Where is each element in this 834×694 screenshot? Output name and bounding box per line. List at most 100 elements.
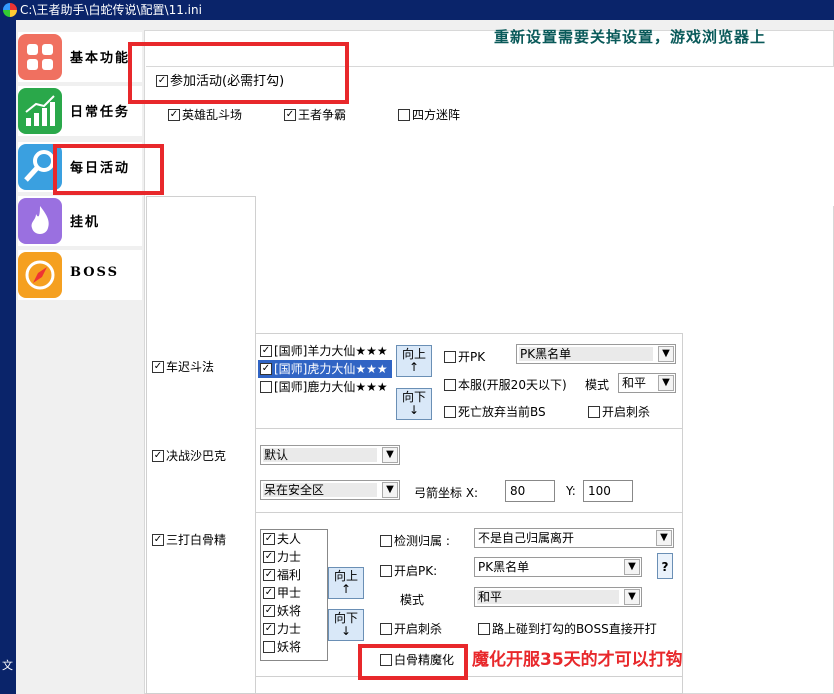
- separator: [256, 428, 682, 429]
- baigu-demon-checkbox[interactable]: 白骨精魔化: [380, 651, 454, 668]
- down-label: 向下: [333, 611, 358, 625]
- chevron-down-icon: ▼: [382, 482, 398, 498]
- list-item[interactable]: 力士: [261, 620, 327, 638]
- baigu-boss-list[interactable]: 夫人 力士 福利 甲士 妖将 力士 妖将: [260, 529, 328, 661]
- chechi-mode-select[interactable]: 和平 ▼: [618, 373, 676, 393]
- activity-checkbox-hero[interactable]: 英雄乱斗场: [168, 106, 242, 123]
- list-item[interactable]: [国师]羊力大仙★★★: [258, 342, 392, 360]
- sidebar-item-basic[interactable]: 基本功能: [18, 32, 142, 82]
- chechi-assassin-checkbox[interactable]: 开启刺杀: [588, 403, 650, 420]
- left-strip: 文: [0, 20, 16, 694]
- combo-value: 呆在安全区: [264, 483, 325, 497]
- activity-checkbox-maze[interactable]: 四方迷阵: [398, 106, 460, 123]
- checkbox-icon: [263, 568, 275, 581]
- chechi-boss-list[interactable]: [国师]羊力大仙★★★ [国师]虎力大仙★★★ [国师]鹿力大仙★★★: [258, 342, 392, 410]
- list-item-text: 甲士: [277, 586, 302, 600]
- baigu-detect-select[interactable]: 不是自己归属离开 ▼: [474, 528, 674, 548]
- checkbox-icon: [263, 640, 275, 653]
- activity-label: 四方迷阵: [412, 108, 461, 122]
- help-icon: ?: [661, 560, 669, 574]
- list-item[interactable]: 力士: [261, 548, 327, 566]
- bow-y-label: Y:: [566, 484, 576, 498]
- checkbox-icon: [260, 362, 272, 375]
- baigu-detect-checkbox[interactable]: 检测归属 :: [380, 532, 450, 549]
- shabake-combo-1[interactable]: 默认 ▼: [260, 445, 400, 465]
- chevron-down-icon: ▼: [658, 375, 674, 391]
- sidebar-item-boss[interactable]: BOSS: [18, 250, 142, 300]
- baigu-up-button[interactable]: 向上 ↑: [328, 567, 364, 599]
- chechi-server-checkbox[interactable]: 本服(开服20天以下): [444, 376, 567, 393]
- title-bar: C:\王者助手\白蛇传说\配置\11.ini: [0, 0, 834, 20]
- baigu-down-button[interactable]: 向下 ↓: [328, 609, 364, 641]
- pk-label: 开PK: [458, 350, 486, 364]
- grid-icon: [18, 34, 62, 80]
- highlight-box-join: [128, 42, 349, 104]
- shabake-checkbox[interactable]: 决战沙巴克: [152, 447, 226, 464]
- banner-text: 重新设置需要关掉设置，游戏浏览器上: [494, 28, 767, 46]
- baigu-label: 三打白骨精: [166, 533, 227, 547]
- chechi-down-button[interactable]: 向下 ↓: [396, 388, 432, 420]
- window-title: C:\王者助手\白蛇传说\配置\11.ini: [20, 3, 202, 17]
- chechi-label: 车迟斗法: [166, 360, 215, 374]
- checkbox-icon: [398, 108, 410, 121]
- baigu-checkbox[interactable]: 三打白骨精: [152, 531, 226, 548]
- separator: [256, 512, 682, 513]
- highlight-box-sidebar: [53, 144, 164, 195]
- list-item[interactable]: 甲士: [261, 584, 327, 602]
- sidebar-item-label: BOSS: [70, 265, 120, 280]
- shabake-combo-2[interactable]: 呆在安全区 ▼: [260, 480, 400, 500]
- baigu-pk-checkbox[interactable]: 开启PK:: [380, 562, 437, 579]
- list-item[interactable]: 妖将: [261, 602, 327, 620]
- flame-icon: [18, 198, 62, 244]
- checkbox-icon: [152, 533, 164, 546]
- chechi-pk-list-select[interactable]: PK黑名单 ▼: [516, 344, 676, 364]
- boss-label: 路上碰到打勾的BOSS直接开打: [492, 622, 657, 636]
- checkbox-icon: [260, 344, 272, 357]
- sidebar: 基本功能 日常任务 每日活动 挂机 BOSS: [16, 20, 144, 694]
- checkbox-icon: [478, 622, 490, 635]
- baigu-mode-select[interactable]: 和平 ▼: [474, 587, 642, 607]
- pk-label: 开启PK:: [394, 564, 438, 578]
- bow-coord-label: 弓箭坐标 X:: [414, 486, 479, 500]
- checkbox-icon: [444, 405, 456, 418]
- activity-checkbox-king[interactable]: 王者争霸: [284, 106, 346, 123]
- activity-label: 英雄乱斗场: [182, 108, 243, 122]
- bow-y-input[interactable]: 100: [583, 480, 633, 502]
- chechi-up-button[interactable]: 向上 ↑: [396, 345, 432, 377]
- checkbox-icon: [263, 604, 275, 617]
- checkbox-icon: [263, 586, 275, 599]
- list-item-text: 妖将: [277, 604, 302, 618]
- chechi-pk-checkbox[interactable]: 开PK: [444, 348, 485, 365]
- baigu-assassin-checkbox[interactable]: 开启刺杀: [380, 620, 442, 637]
- chevron-down-icon: ▼: [624, 559, 640, 575]
- baigu-boss-checkbox[interactable]: 路上碰到打勾的BOSS直接开打: [478, 620, 657, 637]
- chechi-checkbox[interactable]: 车迟斗法: [152, 358, 214, 375]
- shabake-label: 决战沙巴克: [166, 449, 227, 463]
- baigu-pk-select[interactable]: PK黑名单 ▼: [474, 557, 642, 577]
- chechi-death-checkbox[interactable]: 死亡放弃当前BS: [444, 403, 546, 420]
- checkbox-icon: [263, 532, 275, 545]
- checkbox-icon: [260, 380, 272, 393]
- list-item-text: [国师]虎力大仙★★★: [274, 362, 388, 376]
- list-item[interactable]: 夫人: [261, 530, 327, 548]
- death-label: 死亡放弃当前BS: [458, 405, 546, 419]
- sidebar-item-daily-task[interactable]: 日常任务: [18, 86, 142, 136]
- list-item[interactable]: 福利: [261, 566, 327, 584]
- sidebar-item-idle[interactable]: 挂机: [18, 196, 142, 246]
- list-item[interactable]: [国师]鹿力大仙★★★: [258, 378, 392, 396]
- checkbox-icon: [168, 108, 180, 121]
- assassin-label: 开启刺杀: [394, 622, 443, 636]
- list-item-text: 力士: [277, 550, 302, 564]
- bow-x-input[interactable]: 80: [505, 480, 555, 502]
- checkbox-icon: [152, 449, 164, 462]
- checkbox-icon: [152, 360, 164, 373]
- checkbox-icon: [263, 622, 275, 635]
- list-item[interactable]: [国师]虎力大仙★★★: [258, 360, 392, 378]
- list-item-text: 福利: [277, 568, 302, 582]
- baigu-help-button[interactable]: ?: [657, 553, 673, 579]
- combo-value: 和平: [622, 376, 647, 390]
- list-item[interactable]: 妖将: [261, 638, 327, 656]
- chevron-down-icon: ▼: [382, 447, 398, 463]
- up-label: 向上: [333, 569, 358, 583]
- left-group-panel: [146, 196, 256, 694]
